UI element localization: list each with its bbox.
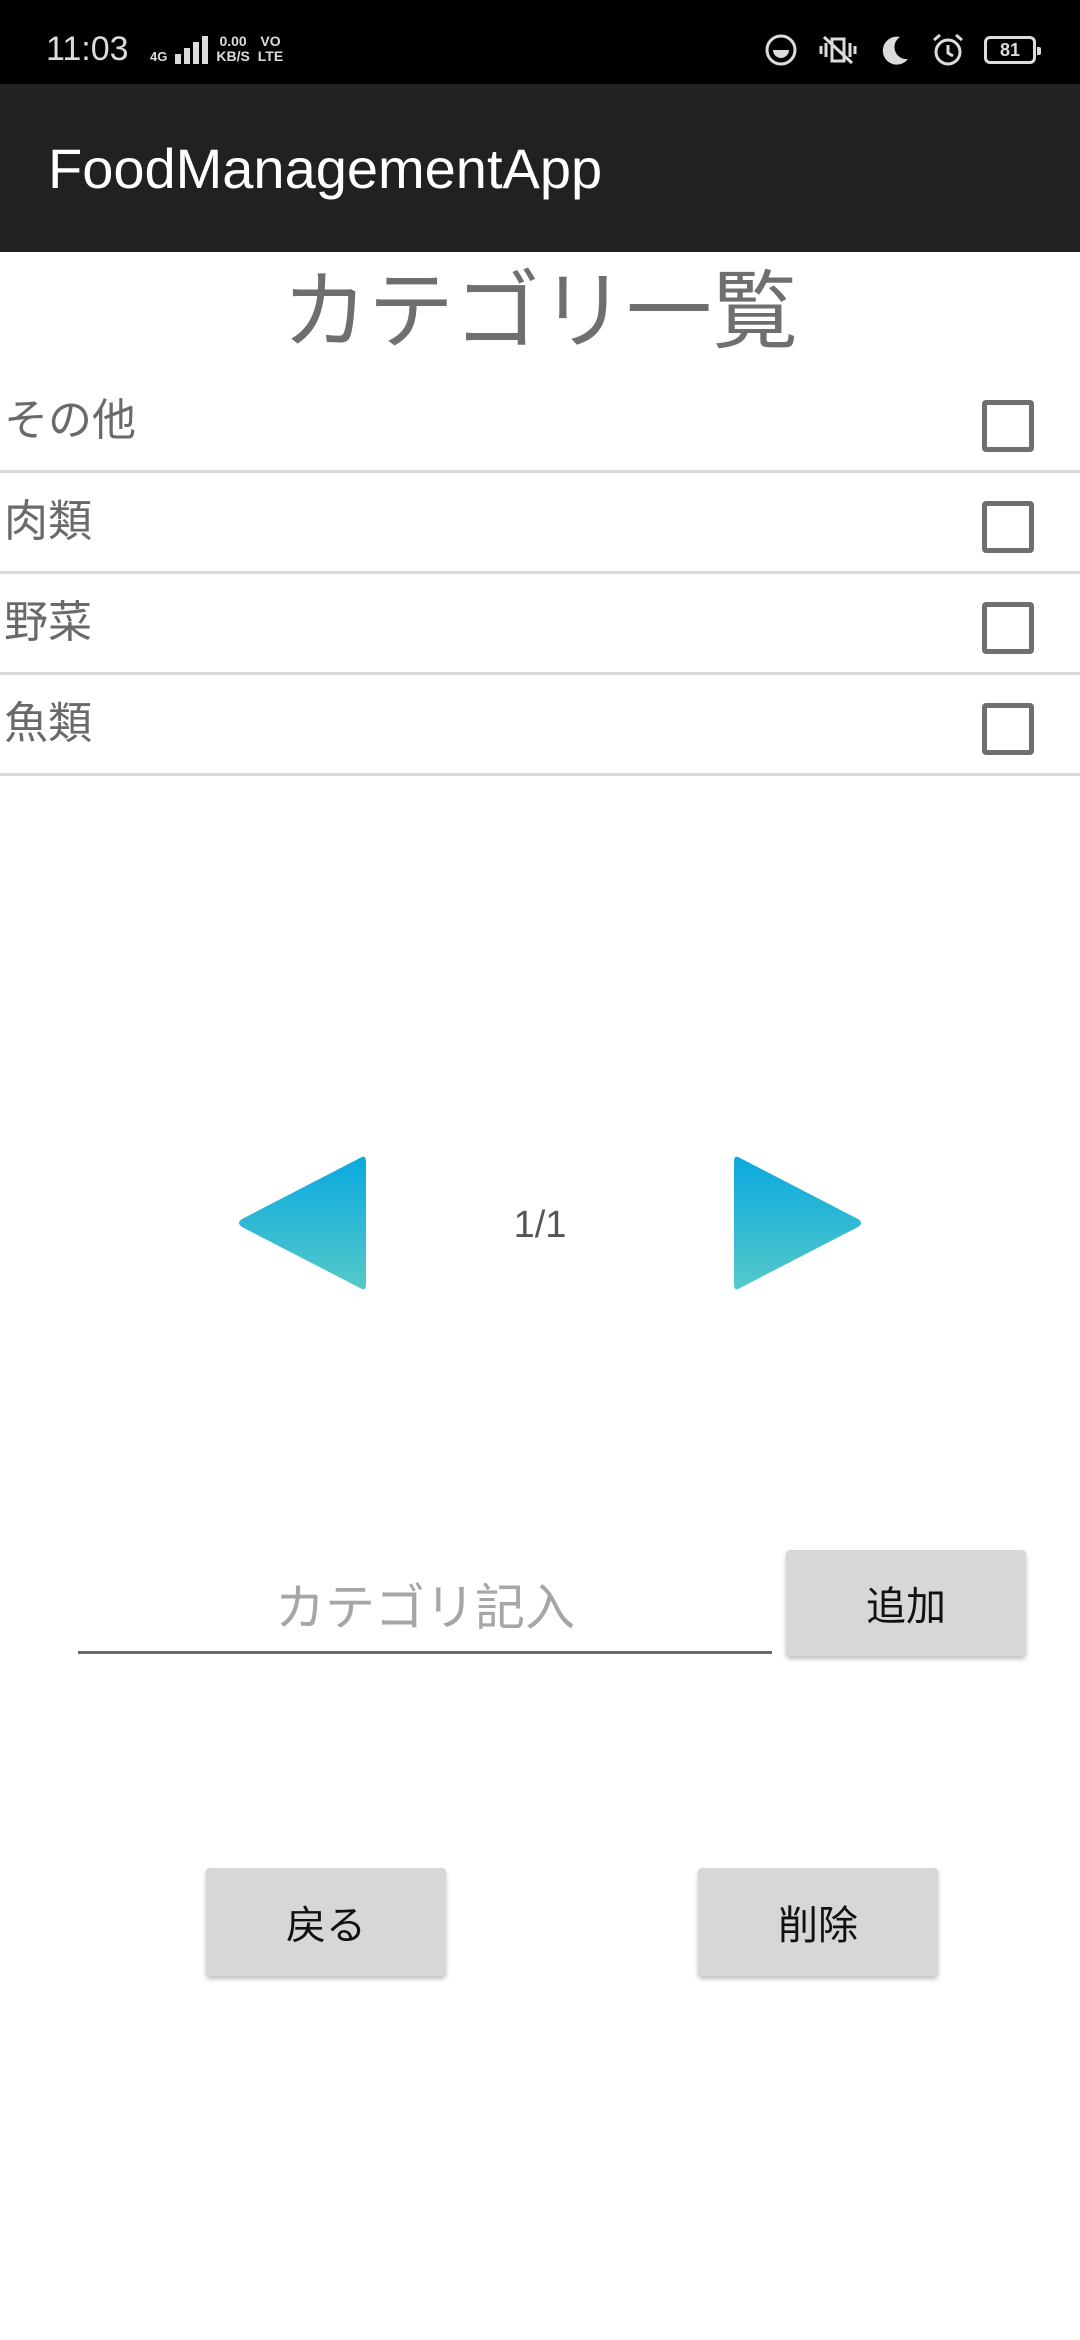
network-type-label: 4G (150, 49, 168, 64)
status-time: 11:03 (46, 30, 129, 68)
app-bar: FoodManagementApp (0, 84, 1080, 252)
network-indicators: 4G 0.00 KB/S VO LTE (150, 34, 283, 64)
moon-icon (882, 36, 908, 65)
list-item[interactable]: 野菜 (0, 574, 1080, 675)
triangle-right-icon (734, 1156, 861, 1290)
app-title: FoodManagementApp (48, 137, 603, 200)
triangle-left-icon (239, 1156, 366, 1290)
category-checkbox[interactable] (982, 400, 1034, 452)
category-list: その他 肉類 野菜 魚類 (0, 372, 1080, 776)
volte-label: VO LTE (257, 33, 284, 64)
data-speed: 0.00 KB/S (216, 33, 250, 64)
category-input[interactable] (78, 1564, 772, 1654)
previous-page-button[interactable] (236, 1150, 366, 1296)
delete-button[interactable]: 削除 (698, 1868, 938, 1976)
battery-level: 81 (999, 39, 1021, 60)
list-item[interactable]: 魚類 (0, 675, 1080, 776)
list-item[interactable]: 肉類 (0, 473, 1080, 574)
alarm-icon (933, 33, 963, 66)
list-item[interactable]: その他 (0, 372, 1080, 473)
back-button[interactable]: 戻る (206, 1868, 446, 1976)
category-label: その他 (4, 395, 136, 446)
battery-icon: 81 (984, 36, 1041, 64)
status-bar: 11:03 4G 0.00 KB/S VO LTE 81 (0, 0, 1080, 84)
category-label: 肉類 (4, 496, 92, 547)
category-checkbox[interactable] (982, 602, 1034, 654)
category-label: 野菜 (4, 597, 92, 648)
signal-icon (175, 34, 209, 64)
next-page-button[interactable] (734, 1150, 864, 1296)
add-button[interactable]: 追加 (786, 1550, 1026, 1656)
category-checkbox[interactable] (982, 703, 1034, 755)
vibrate-icon (819, 35, 857, 65)
page-indicator: 1/1 (513, 1204, 567, 1246)
data-saver-icon (765, 34, 797, 66)
page-title: カテゴリ一覧 (282, 262, 798, 362)
category-checkbox[interactable] (982, 501, 1034, 553)
category-label: 魚類 (4, 698, 92, 749)
status-icons: 81 (764, 32, 1041, 68)
